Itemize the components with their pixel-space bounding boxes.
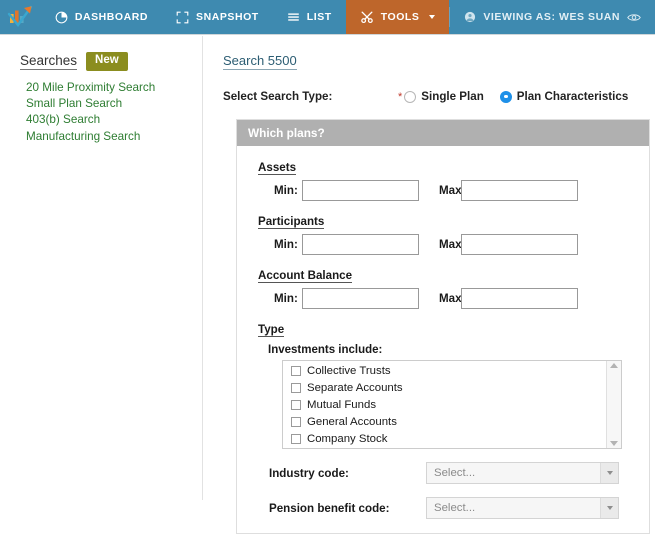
search-type-row: Select Search Type: * Single Plan Plan C… bbox=[223, 90, 648, 103]
radio-option-plan-characteristics-label: Plan Characteristics bbox=[516, 90, 629, 103]
chevron-down-icon[interactable] bbox=[600, 463, 618, 483]
investments-include-label: Investments include: bbox=[268, 344, 383, 356]
saved-search-link[interactable]: Small Plan Search bbox=[26, 96, 202, 112]
participants-group: Participants Min: Max: bbox=[258, 212, 649, 255]
checkbox-icon bbox=[291, 416, 301, 427]
participants-legend: Participants bbox=[258, 215, 325, 229]
scroll-up-arrow-icon[interactable] bbox=[610, 363, 618, 368]
nav-item-snapshot[interactable]: SNAPSHOT bbox=[162, 0, 273, 34]
radio-circle-icon bbox=[404, 90, 417, 103]
radio-option-plan-characteristics[interactable]: Plan Characteristics bbox=[499, 90, 629, 103]
radio-circle-selected-icon bbox=[499, 90, 512, 103]
searches-header: Searches New bbox=[20, 52, 202, 71]
pension-benefit-code-row: Pension benefit code: Select... bbox=[258, 497, 649, 519]
radio-option-single-plan-label: Single Plan bbox=[421, 90, 484, 103]
checkbox-icon bbox=[291, 433, 301, 444]
new-search-badge[interactable]: New bbox=[86, 52, 128, 71]
radio-option-single-plan[interactable]: Single Plan bbox=[404, 90, 484, 103]
account-balance-legend: Account Balance bbox=[258, 269, 353, 283]
nav-item-tools-label: TOOLS bbox=[380, 11, 420, 23]
checkbox-icon bbox=[291, 365, 301, 376]
page-title[interactable]: Search 5500 bbox=[223, 53, 297, 70]
pension-benefit-code-value: Select... bbox=[434, 502, 476, 514]
left-sidebar: Searches New 20 Mile Proximity Search Sm… bbox=[0, 36, 203, 500]
participants-minmax-row: Min: Max: bbox=[258, 234, 649, 255]
account-balance-max-input[interactable] bbox=[461, 288, 578, 309]
checkbox-row[interactable]: Collective Trusts bbox=[283, 362, 621, 379]
panel-body: Assets Min: Max: Participants Min: Max: bbox=[237, 146, 649, 533]
type-legend: Type bbox=[258, 323, 285, 337]
chevron-down-icon[interactable] bbox=[600, 498, 618, 518]
checkbox-label: General Accounts bbox=[307, 415, 397, 428]
viewing-as-label: VIEWING AS: WES SUAN bbox=[483, 11, 620, 23]
checkbox-list-scrollbar[interactable] bbox=[606, 361, 621, 448]
panel-header: Which plans? bbox=[237, 120, 649, 146]
assets-legend: Assets bbox=[258, 161, 297, 175]
checkbox-row[interactable]: Separate Accounts bbox=[283, 379, 621, 396]
checkbox-label: Mutual Funds bbox=[307, 398, 377, 411]
assets-max-input[interactable] bbox=[461, 180, 578, 201]
account-balance-min-label: Min: bbox=[274, 292, 298, 305]
investments-checkbox-list[interactable]: Collective Trusts Separate Accounts Mutu… bbox=[282, 360, 622, 449]
account-balance-min-input[interactable] bbox=[302, 288, 419, 309]
bar-chart-check-logo-icon bbox=[8, 5, 33, 27]
list-lines-icon bbox=[287, 11, 300, 24]
nav-item-tools[interactable]: TOOLS bbox=[345, 0, 450, 34]
participants-max-input[interactable] bbox=[461, 234, 578, 255]
saved-search-link[interactable]: Manufacturing Search bbox=[26, 129, 202, 145]
checkbox-label: Collective Trusts bbox=[307, 364, 391, 377]
crop-frame-icon bbox=[176, 11, 189, 24]
user-circle-icon bbox=[464, 11, 476, 23]
saved-search-link[interactable]: 403(b) Search bbox=[26, 112, 202, 128]
viewing-as-indicator[interactable]: VIEWING AS: WES SUAN bbox=[450, 0, 655, 34]
required-asterisk: * bbox=[398, 90, 403, 103]
checkbox-row[interactable]: General Accounts bbox=[283, 413, 621, 430]
checkbox-label: Company Stock bbox=[307, 432, 388, 445]
pie-chart-icon bbox=[55, 11, 68, 24]
assets-minmax-row: Min: Max: bbox=[258, 180, 649, 201]
participants-max-label: Max: bbox=[439, 238, 466, 251]
checkbox-icon bbox=[291, 399, 301, 410]
scroll-down-arrow-icon[interactable] bbox=[610, 441, 618, 446]
pension-benefit-code-label: Pension benefit code: bbox=[269, 501, 390, 515]
checkbox-icon bbox=[291, 382, 301, 393]
search-type-label: Select Search Type: bbox=[223, 90, 333, 103]
checkbox-label: Separate Accounts bbox=[307, 381, 403, 394]
participants-min-label: Min: bbox=[274, 238, 298, 251]
checkbox-row[interactable]: Mutual Funds bbox=[283, 396, 621, 413]
saved-search-link[interactable]: 20 Mile Proximity Search bbox=[26, 80, 202, 96]
nav-item-dashboard[interactable]: DASHBOARD bbox=[41, 0, 162, 34]
tools-wrench-icon bbox=[360, 10, 374, 24]
assets-min-label: Min: bbox=[274, 184, 298, 197]
searches-title[interactable]: Searches bbox=[20, 53, 78, 70]
industry-code-row: Industry code: Select... bbox=[258, 462, 649, 484]
eye-icon[interactable] bbox=[627, 12, 641, 23]
account-balance-group: Account Balance Min: Max: bbox=[258, 266, 649, 309]
checkbox-row[interactable]: Company Stock bbox=[283, 430, 621, 447]
account-balance-minmax-row: Min: Max: bbox=[258, 288, 649, 309]
which-plans-panel: Which plans? Assets Min: Max: Participan… bbox=[236, 119, 650, 534]
assets-min-input[interactable] bbox=[302, 180, 419, 201]
participants-min-input[interactable] bbox=[302, 234, 419, 255]
main-content: Search 5500 Select Search Type: * Single… bbox=[204, 36, 655, 534]
nav-item-list[interactable]: LIST bbox=[273, 0, 346, 34]
top-navbar: DASHBOARD SNAPSHOT LIST TOOLS VIEWING AS… bbox=[0, 0, 655, 35]
nav-item-dashboard-label: DASHBOARD bbox=[74, 11, 149, 23]
app-logo[interactable] bbox=[0, 0, 41, 34]
nav-item-list-label: LIST bbox=[306, 11, 332, 23]
type-group: Type Investments include: Collective Tru… bbox=[258, 320, 649, 449]
account-balance-max-label: Max: bbox=[439, 292, 466, 305]
saved-searches-list: 20 Mile Proximity Search Small Plan Sear… bbox=[20, 80, 202, 146]
industry-code-label: Industry code: bbox=[269, 466, 349, 480]
industry-code-value: Select... bbox=[434, 467, 476, 479]
pension-benefit-code-select[interactable]: Select... bbox=[426, 497, 619, 519]
assets-max-label: Max: bbox=[439, 184, 466, 197]
assets-group: Assets Min: Max: bbox=[258, 158, 649, 201]
industry-code-select[interactable]: Select... bbox=[426, 462, 619, 484]
nav-item-snapshot-label: SNAPSHOT bbox=[196, 11, 259, 23]
chevron-down-icon bbox=[429, 15, 436, 19]
